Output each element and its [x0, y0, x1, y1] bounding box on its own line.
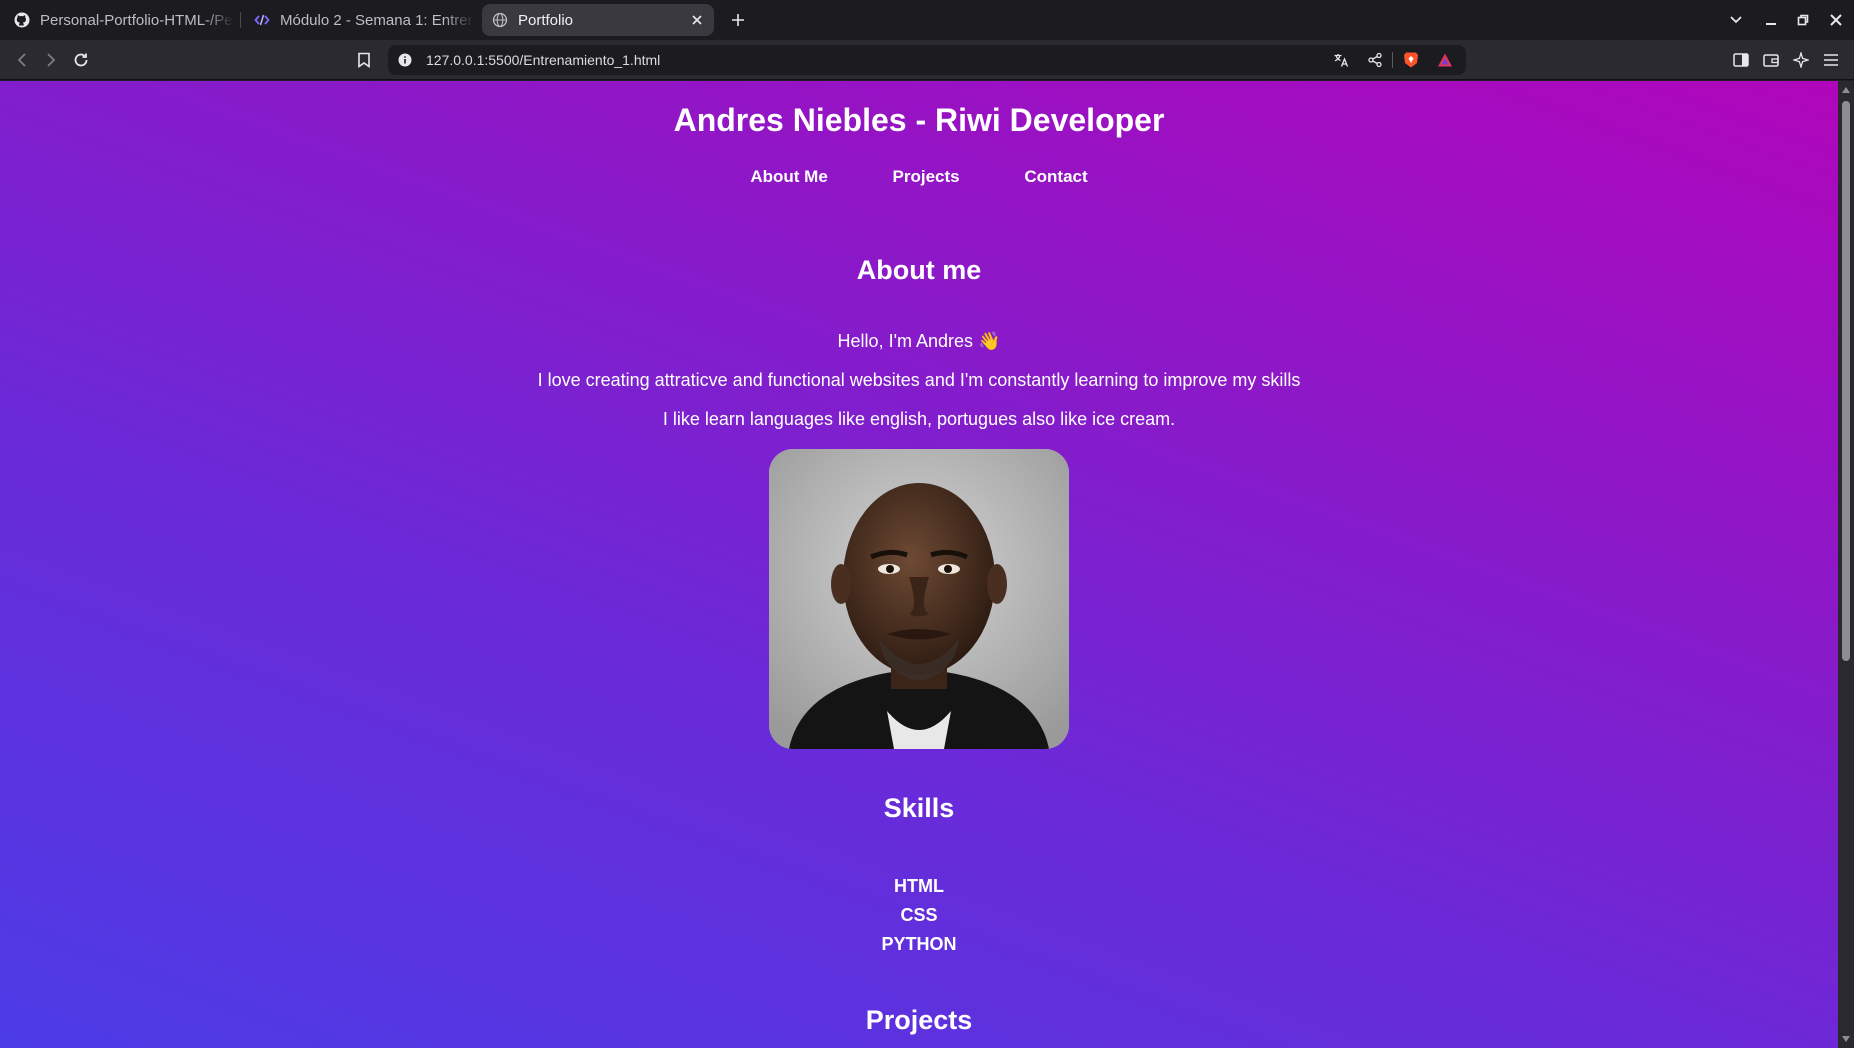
projects-heading: Projects — [865, 1005, 973, 1035]
globe-icon — [492, 12, 508, 28]
tab-portfolio[interactable]: Portfolio — [482, 4, 714, 36]
nav-contact[interactable]: Contact — [1024, 167, 1087, 187]
reload-icon[interactable] — [70, 49, 92, 71]
tab-modulo[interactable]: Módulo 2 - Semana 1: Entrenamiento — [246, 4, 474, 36]
new-tab-button[interactable] — [726, 8, 750, 32]
skill-item: PYTHON — [881, 934, 957, 954]
page-viewport: Andres Niebles - Riwi Developer About Me… — [0, 81, 1838, 1048]
wallet-icon[interactable] — [1760, 49, 1782, 71]
close-window-icon[interactable] — [1825, 9, 1847, 31]
scroll-up-icon[interactable] — [1841, 85, 1851, 95]
site-info-icon[interactable] — [396, 51, 414, 69]
skills-heading: Skills — [883, 793, 955, 823]
brave-shields-icon[interactable] — [1402, 51, 1420, 69]
sidebar-icon[interactable] — [1730, 49, 1752, 71]
about-heading: About me — [856, 255, 982, 285]
skills-list: HTML CSS PYTHON — [0, 872, 1838, 959]
forward-icon[interactable] — [40, 49, 62, 71]
brave-rewards-icon[interactable] — [1436, 51, 1454, 69]
page-scrollbar[interactable] — [1838, 81, 1854, 1048]
translate-icon[interactable] — [1332, 51, 1350, 69]
about-intro: I love creating attraticve and functiona… — [537, 370, 1301, 390]
bookmark-icon[interactable] — [353, 49, 375, 71]
back-icon[interactable] — [11, 49, 33, 71]
tab-list-dropdown-icon[interactable] — [1725, 9, 1747, 31]
minimize-icon[interactable] — [1760, 9, 1782, 31]
nav-about-me[interactable]: About Me — [750, 167, 827, 187]
main-nav: About Me Projects Contact — [0, 167, 1838, 187]
nav-projects[interactable]: Projects — [893, 167, 960, 187]
browser-toolbar: 127.0.0.1:5500/Entrenamiento_1.html — [0, 40, 1854, 80]
about-greeting: Hello, I'm Andres 👋 — [837, 331, 1001, 351]
scrollbar-thumb[interactable] — [1842, 101, 1850, 661]
address-bar[interactable]: 127.0.0.1:5500/Entrenamiento_1.html — [388, 45, 1466, 75]
restore-icon[interactable] — [1792, 9, 1814, 31]
close-tab-icon[interactable] — [688, 11, 706, 29]
tab-title: Portfolio — [518, 11, 574, 29]
menu-icon[interactable] — [1820, 49, 1842, 71]
tab-github-repo[interactable]: Personal-Portfolio-HTML-/Personal-Portfo… — [6, 4, 234, 36]
scroll-down-icon[interactable] — [1841, 1034, 1851, 1044]
about-hobbies: I like learn languages like english, por… — [662, 409, 1176, 429]
leo-ai-icon[interactable] — [1790, 49, 1812, 71]
skill-item: CSS — [900, 905, 938, 925]
github-icon — [14, 12, 30, 28]
profile-photo — [769, 449, 1069, 749]
skill-item: HTML — [894, 876, 944, 896]
code-icon — [254, 12, 270, 28]
url-text: 127.0.0.1:5500/Entrenamiento_1.html — [426, 52, 661, 68]
share-icon[interactable] — [1366, 51, 1384, 69]
site-title: Andres Niebles - Riwi Developer — [673, 102, 1165, 138]
tab-strip: Personal-Portfolio-HTML-/Personal-Portfo… — [0, 0, 1854, 40]
